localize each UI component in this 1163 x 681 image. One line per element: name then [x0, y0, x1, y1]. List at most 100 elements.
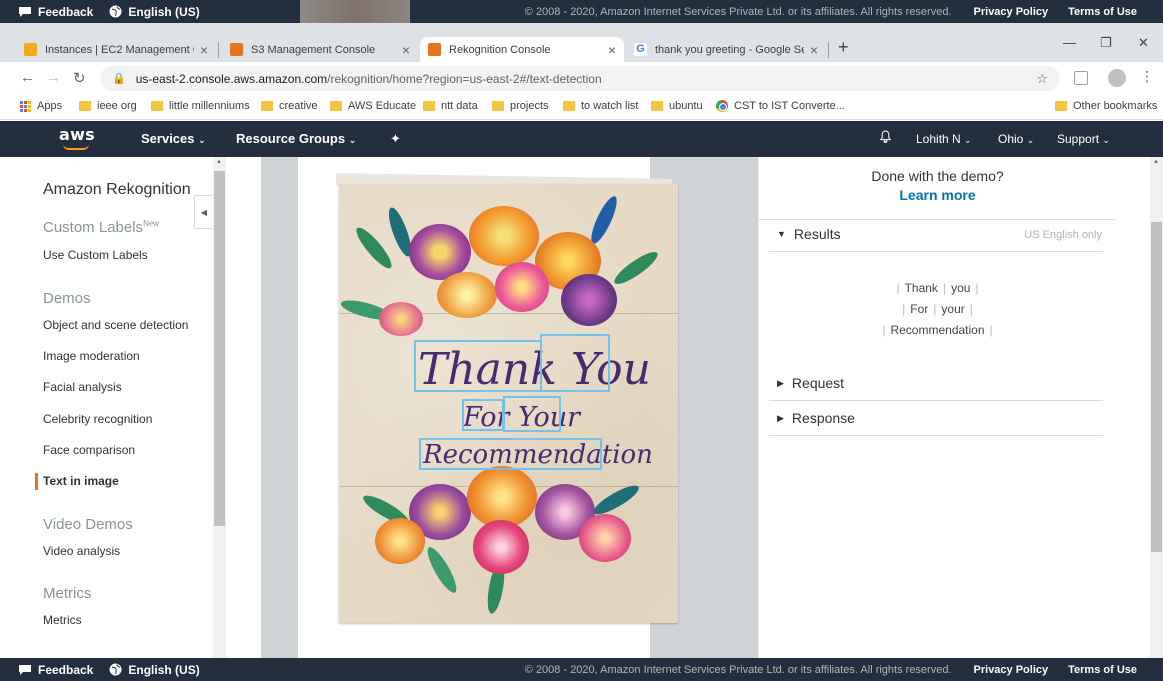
extension-icon[interactable]: [1074, 71, 1088, 85]
other-bookmarks[interactable]: Other bookmarks: [1055, 100, 1157, 112]
tab-ec2[interactable]: Instances | EC2 Management Co ×: [16, 37, 216, 62]
caret-right-icon: ▶: [777, 412, 784, 423]
chevron-down-icon: ⌄: [964, 135, 972, 145]
privacy-policy-link[interactable]: Privacy Policy: [974, 6, 1049, 18]
region-menu[interactable]: Ohio ⌄: [998, 132, 1034, 146]
bookmark-star-icon[interactable]: ☆: [1036, 71, 1048, 87]
close-window-button[interactable]: ✕: [1138, 35, 1149, 51]
bookmark-folder[interactable]: AWS Educate: [330, 100, 416, 112]
chrome-menu-icon[interactable]: ⋮: [1140, 68, 1154, 85]
close-icon[interactable]: ×: [200, 42, 208, 58]
support-menu[interactable]: Support ⌄: [1057, 132, 1110, 146]
user-menu[interactable]: Lohith N ⌄: [916, 132, 972, 146]
language-selector[interactable]: English (US): [109, 663, 200, 677]
bookmark-label: ubuntu: [669, 100, 703, 112]
restore-button[interactable]: ❐: [1100, 35, 1112, 51]
bookmark-label: Apps: [37, 100, 63, 112]
folder-icon: [151, 101, 163, 111]
folder-icon: [79, 101, 91, 111]
folder-icon: [563, 101, 575, 111]
feedback-link[interactable]: Feedback: [18, 5, 93, 19]
scroll-up-icon[interactable]: ▲: [1153, 159, 1159, 165]
close-icon[interactable]: ×: [810, 42, 818, 58]
close-icon[interactable]: ×: [608, 42, 616, 58]
sidebar-item-object-scene-detection[interactable]: Object and scene detection: [43, 318, 188, 332]
feedback-link[interactable]: Feedback: [18, 663, 93, 677]
bbox-recommendation[interactable]: [419, 438, 602, 470]
bookmark-folder[interactable]: ntt data: [423, 100, 478, 112]
new-tab-button[interactable]: +: [838, 37, 849, 58]
demo-main-area: Thank You For Your Recommendation Done w…: [226, 157, 1156, 658]
sidebar-item-text-in-image[interactable]: Text in image: [43, 474, 119, 488]
rekognition-sidebar: Amazon Rekognition ◀ Custom LabelsNew Us…: [0, 157, 226, 658]
close-icon[interactable]: ×: [402, 42, 410, 58]
bookmark-folder[interactable]: projects: [492, 100, 549, 112]
pin-icon[interactable]: ✦: [390, 131, 401, 147]
sidebar-item-metrics[interactable]: Metrics: [43, 613, 82, 627]
response-toggle[interactable]: ▶ Response: [777, 410, 855, 426]
chevron-down-icon: ⌄: [1026, 135, 1035, 145]
terms-of-use-link[interactable]: Terms of Use: [1068, 664, 1137, 676]
bookmark-cst-ist[interactable]: CST to IST Converte...: [716, 100, 845, 112]
bookmark-folder[interactable]: creative: [261, 100, 318, 112]
greeting-card-image: Thank You For Your Recommendation: [339, 184, 678, 623]
sidebar-item-celebrity-recognition[interactable]: Celebrity recognition: [43, 412, 152, 426]
bookmark-folder[interactable]: to watch list: [563, 100, 638, 112]
bbox-thank[interactable]: [414, 340, 542, 392]
aws-console-nav: aws Services ⌄ Resource Groups ⌄ ✦ Lohit…: [0, 121, 1163, 157]
sidebar-scrollbar[interactable]: ▲: [213, 157, 226, 658]
resource-groups-menu[interactable]: Resource Groups ⌄: [236, 131, 356, 146]
bell-icon[interactable]: [880, 130, 891, 143]
terms-of-use-link[interactable]: Terms of Use: [1068, 6, 1137, 18]
tab-rekognition[interactable]: Rekognition Console ×: [420, 37, 624, 62]
region-label: Ohio: [998, 132, 1024, 146]
chevron-left-icon: ◀: [200, 207, 208, 217]
sidebar-item-image-moderation[interactable]: Image moderation: [43, 349, 140, 363]
chevron-down-icon: ⌄: [198, 135, 206, 145]
page-scrollbar[interactable]: ▲: [1150, 157, 1163, 658]
bookmark-label: ieee org: [97, 100, 137, 112]
bookmark-apps[interactable]: Apps: [20, 100, 62, 112]
collapse-sidebar-button[interactable]: ◀: [194, 195, 214, 229]
bbox-your[interactable]: [503, 396, 561, 432]
services-menu[interactable]: Services ⌄: [141, 131, 206, 146]
aws-orange-cube-icon: [428, 43, 441, 56]
active-indicator: [35, 473, 38, 490]
url-bar[interactable]: 🔒 us-east-2.console.aws.amazon.com/rekog…: [100, 66, 1060, 91]
sidebar-item-video-analysis[interactable]: Video analysis: [43, 544, 120, 558]
new-badge: New: [143, 219, 160, 228]
done-with-demo-text: Done with the demo?: [871, 168, 1004, 184]
bookmark-label: ntt data: [441, 100, 478, 112]
globe-icon: [109, 5, 122, 18]
sidebar-item-use-custom-labels[interactable]: Use Custom Labels: [43, 248, 148, 262]
profile-avatar[interactable]: [1108, 69, 1126, 87]
language-selector[interactable]: English (US): [109, 5, 200, 19]
bbox-you[interactable]: [540, 334, 610, 392]
privacy-policy-link[interactable]: Privacy Policy: [974, 664, 1049, 676]
bookmark-label: to watch list: [581, 100, 639, 112]
tab-s3[interactable]: S3 Management Console ×: [222, 37, 418, 62]
apps-grid-icon: [20, 100, 31, 112]
tab-google[interactable]: G thank you greeting - Google Sea ×: [626, 37, 826, 62]
detected-word: Thank: [904, 281, 938, 295]
chevron-down-icon: ⌄: [348, 135, 357, 145]
bookmark-folder[interactable]: little millenniums: [151, 100, 250, 112]
lock-icon: 🔒: [112, 73, 126, 85]
request-toggle[interactable]: ▶ Request: [777, 375, 844, 391]
bookmark-folder[interactable]: ubuntu: [651, 100, 703, 112]
sidebar-item-face-comparison[interactable]: Face comparison: [43, 443, 135, 457]
bbox-for[interactable]: [462, 399, 504, 431]
back-button[interactable]: ←: [20, 69, 35, 86]
background-image-strip: [300, 0, 410, 23]
forward-button[interactable]: →: [46, 69, 61, 86]
bookmark-folder[interactable]: ieee org: [79, 100, 137, 112]
sidebar-item-facial-analysis[interactable]: Facial analysis: [43, 380, 122, 394]
learn-more-link[interactable]: Learn more: [759, 187, 1116, 203]
reload-button[interactable]: ↻: [73, 69, 86, 87]
scroll-up-icon[interactable]: ▲: [216, 159, 222, 165]
aws-smile-icon: [63, 144, 89, 150]
aws-logo[interactable]: aws: [59, 127, 99, 153]
results-toggle[interactable]: ▼ Results: [777, 226, 841, 242]
aws-orange-cube-icon: [230, 43, 243, 56]
minimize-button[interactable]: —: [1063, 35, 1076, 50]
